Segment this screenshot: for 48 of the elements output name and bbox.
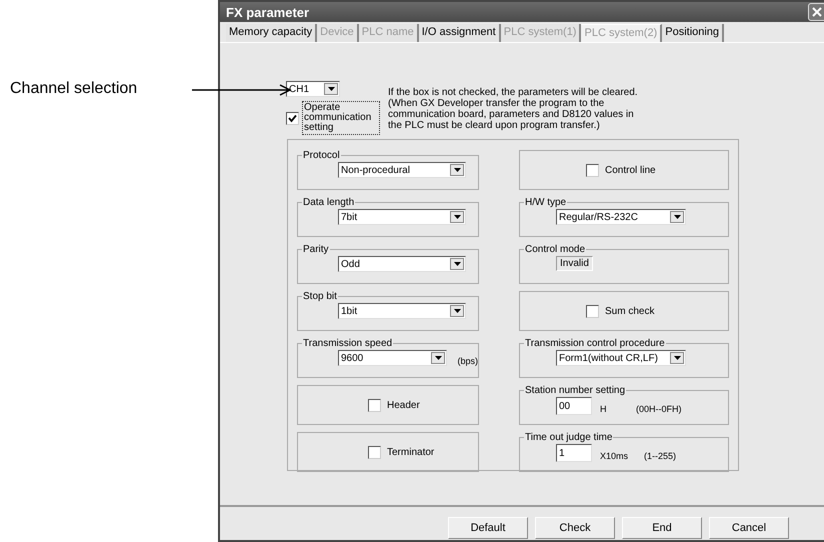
dialog-button[interactable]: Check	[535, 517, 615, 539]
window-title: FX parameter	[226, 4, 310, 20]
checkbox[interactable]	[368, 398, 381, 412]
checkbox[interactable]	[286, 112, 299, 124]
checkbox[interactable]	[586, 164, 599, 176]
checkbox-label[interactable]: Sum check	[605, 306, 654, 316]
group-label: Transmission control procedure	[524, 338, 666, 349]
note-text: (When GX Developer transfer the program to the communication board, parameters and D8120 values in the PLC must be cleard upon program transfer.)	[388, 98, 635, 131]
checkbox[interactable]	[586, 304, 599, 318]
group-label: Transmission speed	[302, 338, 394, 349]
dropdown[interactable]: CH1	[286, 81, 340, 97]
unit-label: (bps)	[457, 356, 478, 366]
tab[interactable]: I/O assignment	[418, 24, 501, 42]
dialog-button[interactable]: Cancel	[709, 517, 789, 539]
dropdown[interactable]: Odd	[338, 256, 466, 272]
checkbox-label[interactable]: Control line	[605, 164, 656, 176]
checkbox-label[interactable]: Header	[387, 400, 420, 410]
note-text: If the box is not checked, the parameters will be cleared.	[388, 87, 638, 98]
group-label: Station number setting	[524, 385, 626, 396]
readonly-field: Invalid	[556, 256, 593, 271]
range-label: (00H--0FH)	[636, 404, 682, 414]
checkbox-label[interactable]: Operate communication setting	[302, 101, 380, 135]
annotation-label: Channel selection	[10, 80, 138, 98]
checkbox[interactable]	[368, 446, 381, 458]
dropdown[interactable]: Regular/RS-232C	[556, 209, 686, 225]
range-label: (1--255)	[644, 451, 676, 461]
close-button[interactable]	[808, 3, 824, 21]
group-label: Protocol	[302, 150, 341, 161]
dropdown[interactable]: Non-procedural	[338, 162, 466, 178]
unit-label: X10ms	[600, 451, 628, 461]
input-field[interactable]: 1	[556, 444, 592, 462]
dropdown[interactable]: Form1(without CR,LF)	[556, 350, 686, 366]
unit-label: H	[600, 404, 608, 414]
tab[interactable]: Positioning	[662, 24, 724, 42]
group-label: Stop bit	[302, 291, 338, 302]
dropdown[interactable]: 1bit	[338, 303, 466, 319]
group-label: Control mode	[524, 244, 586, 255]
group-label: H/W type	[524, 197, 568, 208]
group-label: Parity	[302, 244, 330, 255]
group-label: Time out judge time	[524, 432, 614, 443]
dropdown[interactable]: 9600	[338, 350, 448, 366]
checkbox-label[interactable]: Terminator	[387, 446, 434, 458]
tab[interactable]: Memory capacity	[226, 24, 318, 42]
dropdown[interactable]: 7bit	[338, 209, 466, 225]
group-label: Data length	[302, 197, 356, 208]
dialog-button[interactable]: End	[622, 517, 702, 539]
input-field[interactable]: 00	[556, 397, 592, 415]
dialog-button[interactable]: Default	[448, 517, 528, 539]
